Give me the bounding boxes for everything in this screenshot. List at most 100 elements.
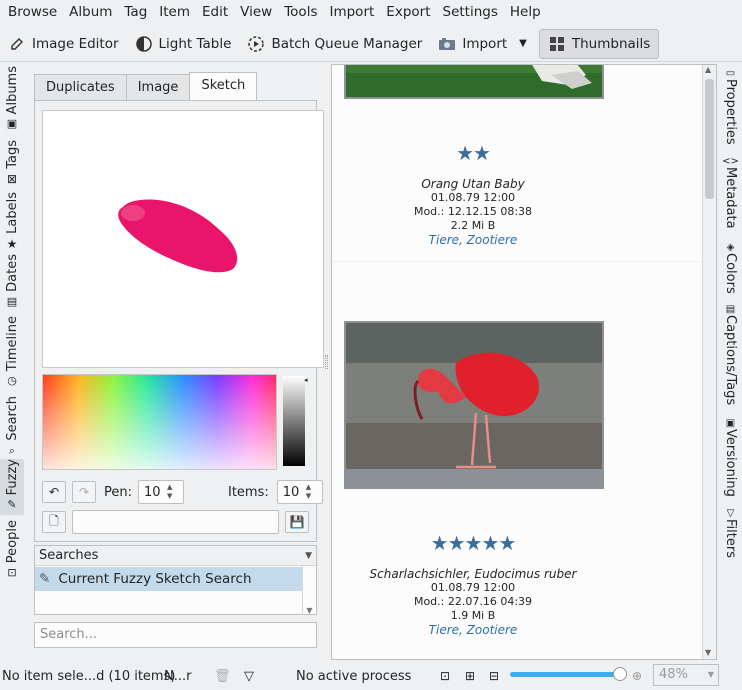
lightness-slider[interactable] (283, 376, 305, 466)
zoom-out-icon[interactable]: ⊟ (489, 669, 499, 683)
tab-duplicates[interactable]: Duplicates (34, 74, 127, 100)
tab-sketch[interactable]: Sketch (189, 72, 258, 100)
stepper-arrows-icon[interactable]: ▲ ▼ (167, 483, 179, 501)
tab-image[interactable]: Image (125, 74, 191, 100)
sketch-name-input[interactable] (72, 510, 279, 534)
menu-settings[interactable]: Settings (437, 0, 504, 24)
menu-edit[interactable]: Edit (196, 0, 234, 24)
clock-icon: ◷ (7, 374, 17, 388)
trash-icon[interactable]: 🗑 (214, 669, 231, 684)
tab-search[interactable]: Search ⌕ (0, 396, 24, 458)
image-editor-label: Image Editor (32, 35, 119, 52)
status-bar: No item sele...d (10 items) N...r 🗑 ▽ No… (0, 662, 742, 690)
search-input[interactable]: Search... (34, 622, 317, 648)
tab-metadata[interactable]: <> Metadata (719, 156, 742, 229)
light-table-icon (135, 35, 153, 53)
image-mod-date: Mod.: 12.12.15 08:38 (413, 205, 533, 218)
album-icon: ▣ (6, 117, 18, 131)
menu-import[interactable]: Import (323, 0, 380, 24)
stepper-arrows-icon[interactable]: ▲ ▼ (306, 483, 318, 501)
selection-status: No item sele...d (10 items) (2, 668, 176, 684)
thumbnail-info: Scharlachsichler, Eudocimus ruber 01.08.… (332, 567, 614, 637)
rating-stars[interactable]: ★★★★★ (332, 531, 614, 555)
tab-labels[interactable]: Labels ★ (0, 192, 24, 251)
slider-handle-icon[interactable]: ◂ (304, 376, 308, 384)
import-button[interactable]: Import ▼ (430, 29, 535, 59)
thumbnails-button[interactable]: Thumbnails (538, 28, 660, 59)
fuzzy-search-panel: Duplicates Image Sketch ◂ ↶ ↷ Pen: 10 ▲ … (28, 64, 324, 654)
menu-tools[interactable]: Tools (278, 0, 323, 24)
tab-captions-tags[interactable]: ▤ Captions/Tags (719, 304, 742, 405)
tab-timeline[interactable]: Timeline ◷ (0, 316, 24, 387)
menu-item[interactable]: Item (153, 0, 196, 24)
redo-button[interactable]: ↷ (72, 481, 96, 503)
zoom-level-select[interactable]: 48% ▼ (653, 664, 719, 686)
scrollbar-thumb[interactable] (705, 79, 714, 199)
tab-fuzzy[interactable]: Fuzzy ✎ (0, 459, 24, 516)
undo-icon: ↶ (48, 485, 60, 499)
items-stepper[interactable]: 10 ▲ ▼ (276, 480, 323, 504)
thumbnail-info: Orang Utan Baby 01.08.79 12:00 Mod.: 12.… (332, 177, 614, 247)
face-icon: ⊡ (7, 566, 17, 580)
pen-size-stepper[interactable]: 10 ▲ ▼ (138, 480, 184, 504)
chevron-down-icon[interactable]: ▼ (519, 38, 527, 49)
tab-people[interactable]: People ⊡ (0, 520, 24, 579)
magic-wand-icon: ✎ (7, 498, 17, 512)
menu-help[interactable]: Help (504, 0, 547, 24)
chevron-down-icon[interactable]: ▼ (305, 551, 312, 561)
menu-export[interactable]: Export (380, 0, 436, 24)
scroll-up-icon[interactable]: ▲ (705, 65, 711, 74)
undo-button[interactable]: ↶ (42, 481, 66, 503)
tab-albums[interactable]: Albums ▣ (0, 66, 24, 130)
image-tags[interactable]: Tiere, Zootiere (332, 233, 614, 247)
save-row: 🗋 💾 (42, 510, 309, 534)
palette-swatch (43, 375, 276, 469)
menu-album[interactable]: Album (63, 0, 118, 24)
load-sketch-button[interactable]: 🗋 (42, 511, 66, 533)
tab-properties[interactable]: ▭ Properties (719, 68, 742, 145)
tab-albums-label: Albums (4, 66, 20, 115)
list-item[interactable]: ✎ Current Fuzzy Sketch Search (35, 567, 303, 591)
tab-colors-label: Colors (723, 253, 738, 294)
tab-metadata-label: Metadata (723, 167, 738, 229)
zoom-slider[interactable] (510, 672, 622, 677)
filter-status: N...r (164, 668, 192, 684)
image-editor-button[interactable]: Image Editor (0, 29, 127, 59)
image-tags[interactable]: Tiere, Zootiere (332, 623, 614, 637)
splitter-handle[interactable] (325, 355, 328, 369)
searches-header[interactable]: Searches ▼ (35, 546, 316, 566)
items-label: Items: (228, 484, 269, 500)
process-status: No active process (296, 668, 412, 684)
tab-filters[interactable]: ▽ Filters (719, 508, 742, 558)
zoom-fill-icon[interactable]: ⊞ (465, 669, 475, 683)
light-table-button[interactable]: Light Table (127, 29, 240, 59)
scroll-down-icon[interactable]: ▼ (705, 648, 711, 657)
image-title: Scharlachsichler, Eudocimus ruber (369, 567, 577, 581)
tab-versioning[interactable]: ▣ Versioning (719, 418, 742, 497)
light-table-label: Light Table (158, 35, 232, 52)
rating-stars[interactable]: ★★ (332, 141, 614, 165)
batch-queue-button[interactable]: Batch Queue Manager (239, 29, 430, 59)
save-sketch-button[interactable]: 💾 (285, 511, 309, 533)
thumbnail-scrollbar[interactable]: ▲ ▼ (702, 65, 716, 659)
sketch-canvas[interactable] (42, 110, 324, 368)
menu-view[interactable]: View (234, 0, 278, 24)
zoom-in-icon[interactable]: ⊕ (632, 669, 642, 683)
searches-scrollbar[interactable]: ▼ (302, 566, 316, 615)
filter-icon[interactable]: ▽ (244, 669, 254, 684)
menu-tag[interactable]: Tag (118, 0, 153, 24)
tab-colors[interactable]: ◈ Colors (719, 242, 742, 294)
tab-tags[interactable]: Tags ⊠ (0, 140, 24, 186)
magic-wand-icon: ✎ (39, 571, 51, 587)
thumbnail-image[interactable] (344, 65, 604, 99)
scroll-down-icon[interactable]: ▼ (306, 606, 312, 615)
tab-dates[interactable]: Dates ▤ (0, 254, 24, 308)
zoom-slider-handle[interactable] (613, 667, 627, 681)
zoom-fit-icon[interactable]: ⊡ (440, 669, 450, 683)
thumbnails-label: Thumbnails (571, 35, 651, 52)
thumbnail-image[interactable] (344, 321, 604, 489)
color-palette[interactable] (42, 374, 277, 470)
chevron-down-icon[interactable]: ▼ (708, 665, 714, 685)
orangutan-photo (346, 65, 602, 97)
menu-browse[interactable]: Browse (2, 0, 63, 24)
